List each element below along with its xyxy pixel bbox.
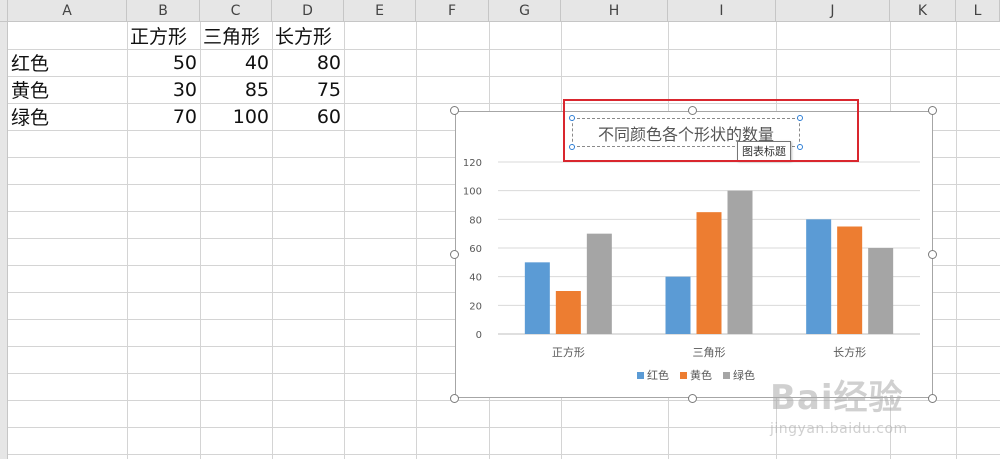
header-cell-triangle[interactable]: 三角形	[200, 22, 272, 49]
column-header-a[interactable]: A	[8, 0, 127, 22]
x-category-label: 正方形	[552, 345, 585, 359]
cell-yellow-square[interactable]: 30	[127, 76, 200, 103]
bar-黄色-三角形	[696, 212, 722, 334]
bar-红色-正方形	[524, 262, 550, 334]
legend-swatch	[680, 372, 687, 379]
watermark-logo: Bai经验	[770, 378, 904, 418]
cell-green-triangle[interactable]: 100	[200, 103, 272, 130]
resize-handle-left[interactable]	[450, 250, 459, 259]
header-cell-rectangle[interactable]: 长方形	[272, 22, 344, 49]
column-header-h[interactable]: H	[561, 0, 668, 22]
row-label-red[interactable]: 红色	[8, 49, 127, 76]
column-header-b[interactable]: B	[127, 0, 200, 22]
bar-红色-三角形	[665, 276, 691, 334]
legend-label: 绿色	[733, 368, 755, 382]
resize-handle-top-right[interactable]	[928, 106, 937, 115]
column-header-j[interactable]: J	[776, 0, 890, 22]
legend-label: 红色	[647, 368, 669, 382]
column-header-f[interactable]: F	[416, 0, 489, 22]
bar-黄色-长方形	[837, 226, 863, 334]
y-tick-label: 60	[469, 244, 482, 255]
x-category-label: 三角形	[693, 346, 726, 359]
select-all-corner[interactable]	[0, 0, 8, 22]
bar-绿色-正方形	[586, 233, 612, 334]
resize-handle-bottom-left[interactable]	[450, 394, 459, 403]
legend-label: 黄色	[690, 368, 712, 382]
y-tick-label: 20	[469, 301, 482, 312]
legend-swatch	[723, 372, 730, 379]
column-gridline	[416, 22, 417, 459]
header-cell-square[interactable]: 正方形	[127, 22, 200, 49]
y-tick-label: 120	[463, 158, 482, 169]
bar-黄色-正方形	[555, 291, 581, 334]
row-label-green[interactable]: 绿色	[8, 103, 127, 130]
cell-yellow-triangle[interactable]: 85	[200, 76, 272, 103]
cell-yellow-rectangle[interactable]: 75	[272, 76, 344, 103]
baidu-watermark: Bai经验 jingyan.baidu.com	[770, 370, 995, 455]
row-header-gutter[interactable]	[0, 22, 8, 459]
resize-handle-bottom[interactable]	[688, 394, 697, 403]
column-header-i[interactable]: I	[668, 0, 776, 22]
resize-handle-right[interactable]	[928, 250, 937, 259]
y-tick-label: 0	[476, 330, 482, 341]
row-label-yellow[interactable]: 黄色	[8, 76, 127, 103]
y-tick-label: 100	[463, 187, 482, 198]
legend-swatch	[637, 372, 644, 379]
cell-green-square[interactable]: 70	[127, 103, 200, 130]
column-header-c[interactable]: C	[200, 0, 272, 22]
cell-red-square[interactable]: 50	[127, 49, 200, 76]
y-tick-label: 40	[469, 273, 482, 284]
highlight-annotation-box	[563, 99, 859, 162]
bar-红色-长方形	[806, 219, 832, 334]
bar-绿色-三角形	[727, 190, 753, 334]
y-tick-label: 80	[469, 215, 482, 226]
bar-绿色-长方形	[868, 248, 894, 334]
watermark-url: jingyan.baidu.com	[770, 421, 908, 437]
cell-green-rectangle[interactable]: 60	[272, 103, 344, 130]
column-header-g[interactable]: G	[489, 0, 561, 22]
x-category-label: 长方形	[833, 345, 866, 359]
column-header-d[interactable]: D	[272, 0, 344, 22]
resize-handle-top-left[interactable]	[450, 106, 459, 115]
column-header-l[interactable]: L	[956, 0, 1000, 22]
cell-red-triangle[interactable]: 40	[200, 49, 272, 76]
cell-red-rectangle[interactable]: 80	[272, 49, 344, 76]
column-header-k[interactable]: K	[890, 0, 956, 22]
column-header-e[interactable]: E	[344, 0, 416, 22]
column-gridline	[344, 22, 345, 459]
